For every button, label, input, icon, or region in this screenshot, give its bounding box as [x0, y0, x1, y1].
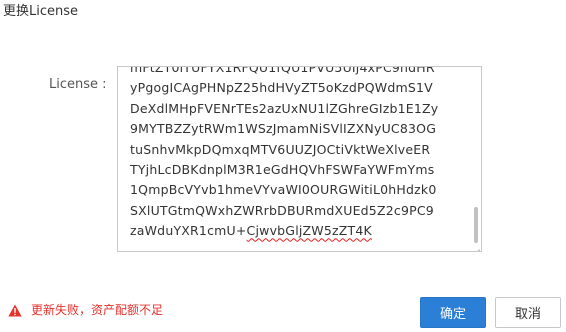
license-label: License :: [49, 77, 107, 92]
license-line: tuSnhvMkpDQmxqMTV6UUZJOCtiVktWeXlveER: [130, 141, 431, 157]
license-line: 1QmpBcVYvb1hmeVYvaWI0OURGWitiL0hHdzk0: [130, 182, 437, 198]
dialog-title: 更换License: [3, 4, 79, 19]
license-line-spellcheck: CjwvbGljZW5zZT4K: [246, 223, 372, 239]
scrollbar-thumb[interactable]: [474, 207, 478, 243]
license-line: zaWduYXR1cmU+: [130, 223, 247, 239]
change-license-dialog: 更换License License : mFtZT0iTUFYX1RFQU1fQ…: [0, 0, 566, 332]
confirm-button[interactable]: 确定: [420, 297, 486, 328]
textarea-scrollbar[interactable]: [472, 69, 478, 249]
license-line: TYjhLcDBKdnplM3R1eGdHQVhFSWFaYWFmYms: [130, 162, 435, 178]
error-text: 更新失败，资产配额不足: [31, 303, 164, 317]
license-line: mFtZT0iTUFYX1RFQU1fQU1PVU5UIj4xPC9hdHR: [130, 66, 435, 75]
textarea-resize-handle[interactable]: [472, 242, 480, 250]
cancel-button[interactable]: 取消: [495, 297, 561, 328]
license-line: DeXdlMHpFVENrTEs2azUxNU1lZGhreGIzb1E1Zy: [130, 100, 439, 116]
error-message: 更新失败，资产配额不足: [8, 302, 163, 318]
license-line: yPgogICAgPHNpZ25hdHVyZT5oKzdPQWdmS1V: [130, 80, 433, 96]
license-textarea[interactable]: mFtZT0iTUFYX1RFQU1fQU1PVU5UIj4xPC9hdHR y…: [117, 66, 482, 252]
license-text: mFtZT0iTUFYX1RFQU1fQU1PVU5UIj4xPC9hdHR y…: [130, 66, 465, 242]
warning-triangle-icon: [8, 304, 22, 316]
license-line: SXlUTGtmQWxhZWRrbDBURmdXUEd5Z2c9PC9: [130, 202, 434, 218]
license-line: 9MYTBZZytRWm1WSzJmamNiSVlIZXNyUC83OG: [130, 121, 437, 137]
